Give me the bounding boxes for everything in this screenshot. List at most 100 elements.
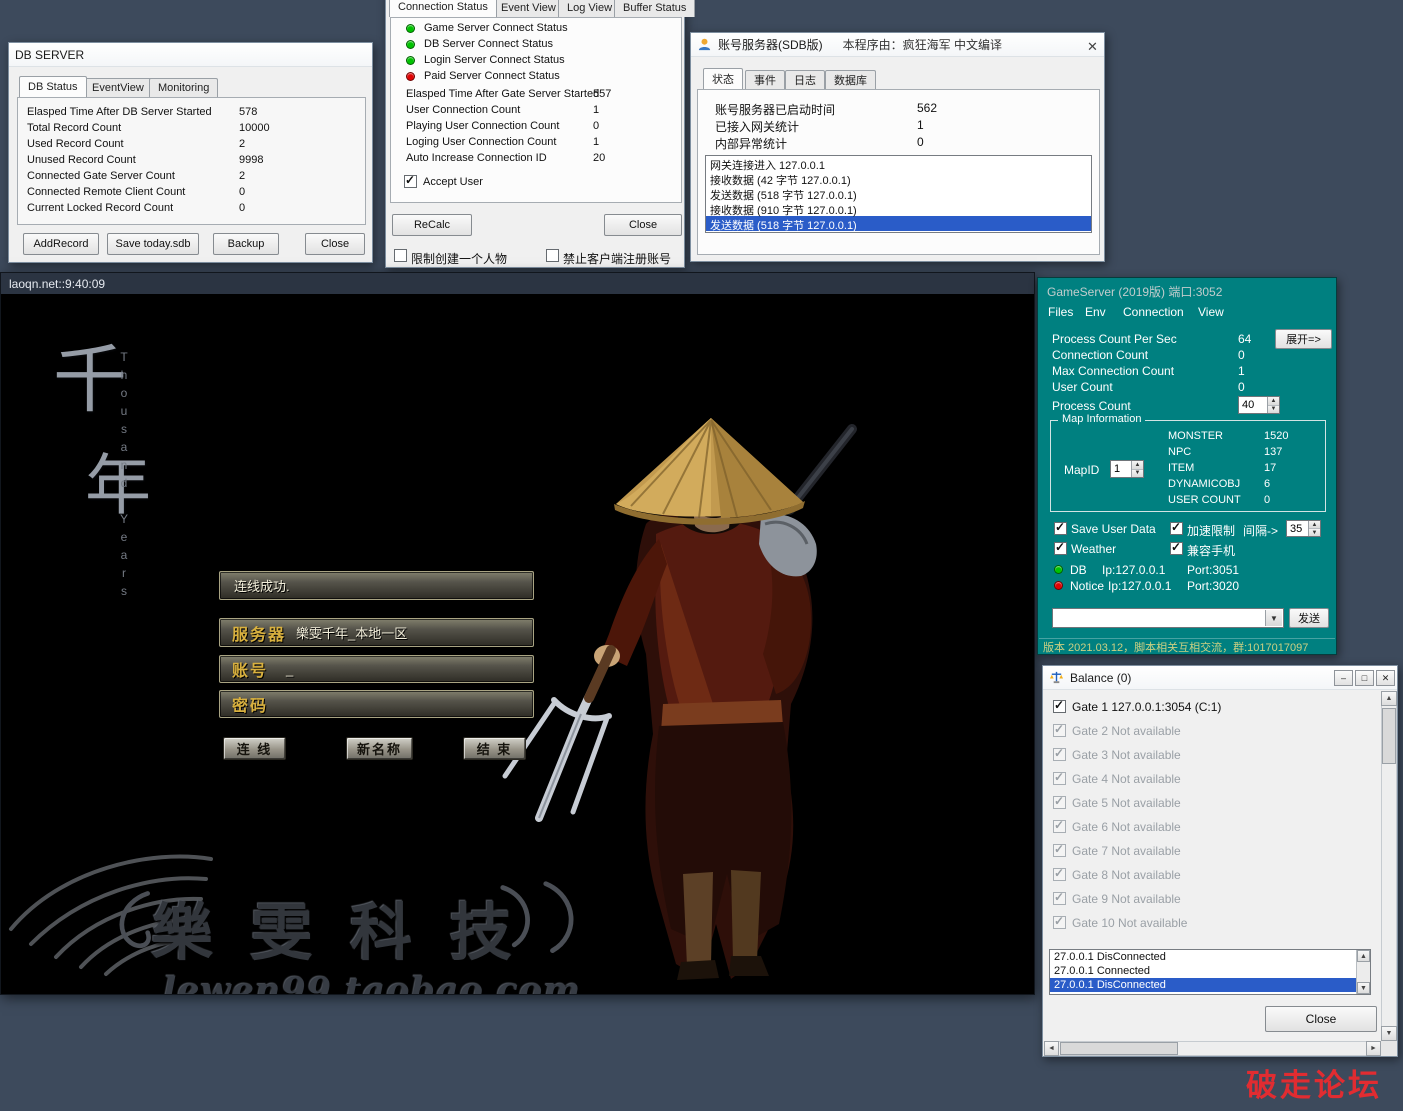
gate-8-checkbox[interactable] [1053,868,1066,881]
limit-one-character-checkbox[interactable] [394,249,407,262]
tab-log-view[interactable]: Log View [558,0,621,17]
step-down-icon[interactable]: ▼ [1132,470,1143,478]
log-item[interactable]: 接收数据 (910 字节 127.0.0.1) [706,201,1091,216]
log-item[interactable]: 接收数据 (42 字节 127.0.0.1) [706,171,1091,186]
gate-6-checkbox[interactable] [1053,820,1066,833]
gate-stat-label: User Connection Count [406,104,520,116]
connect-button[interactable]: 连 线 [223,737,286,760]
send-button[interactable]: 发送 [1289,608,1329,628]
gate-10-checkbox[interactable] [1053,916,1066,929]
map-stat-label: MONSTER [1168,430,1223,442]
scroll-down-icon[interactable]: ▼ [1381,1026,1397,1041]
menu-connection[interactable]: Connection [1123,305,1184,319]
step-down-icon[interactable]: ▼ [1309,529,1320,536]
connection-item-selected[interactable]: 27.0.0.1 DisConnected [1050,978,1370,992]
end-button[interactable]: 结 束 [463,737,526,760]
tab-buffer-status[interactable]: Buffer Status [614,0,695,17]
watermark-brand: 樂 雯 科 技 [151,882,520,972]
step-up-icon[interactable]: ▲ [1309,521,1320,529]
tab-account-log[interactable]: 日志 [785,70,825,89]
step-up-icon[interactable]: ▲ [1132,461,1143,470]
tab-account-event[interactable]: 事件 [745,70,785,89]
account-input-box[interactable]: 账号 _ [219,655,534,683]
tab-db-status[interactable]: DB Status [19,76,87,97]
gate-3-checkbox[interactable] [1053,748,1066,761]
gate-close-button[interactable]: Close [604,214,682,236]
menu-env[interactable]: Env [1085,305,1106,319]
accept-user-checkbox[interactable] [404,175,417,188]
gate-4-checkbox[interactable] [1053,772,1066,785]
horizontal-scroll-thumb[interactable] [1060,1042,1178,1055]
weather-checkbox[interactable] [1054,542,1067,555]
account-server-credit: 本程序由：疯狂海军 中文编译 [843,36,1002,53]
account-log-list[interactable]: 网关连接进入 127.0.0.1 接收数据 (42 字节 127.0.0.1) … [705,155,1092,233]
connection-item[interactable]: 27.0.0.1 Connected [1050,964,1370,978]
vertical-scroll-thumb[interactable] [1382,708,1396,764]
tab-monitoring[interactable]: Monitoring [149,78,218,97]
account-server-titlebar[interactable]: 账号服务器(SDB版) 本程序由：疯狂海军 中文编译 [691,33,1104,57]
balance-connection-list[interactable]: 27.0.0.1 DisConnected 27.0.0.1 Connected… [1049,949,1371,995]
scroll-down-icon[interactable]: ▼ [1357,982,1370,994]
forbid-client-register-checkbox[interactable] [546,249,559,262]
process-count-stepper[interactable]: 40 ▲▼ [1238,396,1280,414]
gate-1-checkbox[interactable] [1053,700,1066,713]
db-close-button[interactable]: Close [305,233,365,255]
combobox-dropdown-icon[interactable]: ▼ [1265,610,1282,626]
mapid-stepper[interactable]: 1 ▲▼ [1110,460,1144,478]
close-icon[interactable]: ✕ [1376,670,1395,686]
tab-event-view[interactable]: Event View [492,0,565,17]
expand-button[interactable]: 展开=> [1275,329,1332,349]
connection-item[interactable]: 27.0.0.1 DisConnected [1050,950,1370,964]
balance-close-button[interactable]: Close [1265,1006,1377,1032]
speed-limit-checkbox[interactable] [1170,522,1183,535]
gate-7-checkbox[interactable] [1053,844,1066,857]
client-titlebar[interactable]: laoqn.net::9:40:09 [1,273,1034,294]
gs-stat-value: 64 [1238,332,1251,346]
save-user-data-checkbox[interactable] [1054,522,1067,535]
tab-account-status[interactable]: 状态 [703,68,743,89]
menu-files[interactable]: Files [1048,305,1073,319]
gs-stat-label: User Count [1052,380,1113,394]
db-stat-value: 2 [239,138,245,150]
server-name: 樂雯千年_本地一区 [296,623,407,642]
watermark-url: lewen99.taobao.com [163,970,581,994]
maximize-icon[interactable]: □ [1355,670,1374,686]
log-item[interactable]: 发送数据 (518 字节 127.0.0.1) [706,186,1091,201]
new-name-button[interactable]: 新名称 [346,737,413,760]
game-server-titlebar[interactable]: GameServer (2019版) 端口:3052 [1047,283,1222,300]
minimize-icon[interactable]: – [1334,670,1353,686]
interval-stepper[interactable]: 35 ▲▼ [1286,520,1321,537]
log-item[interactable]: 网关连接进入 127.0.0.1 [706,156,1091,171]
scroll-up-icon[interactable]: ▲ [1357,950,1370,962]
broadcast-combobox[interactable]: ▼ [1052,608,1284,628]
db-server-titlebar[interactable]: DB SERVER [9,43,372,67]
recalc-button[interactable]: ReCalc [392,214,472,236]
mobile-compat-checkbox[interactable] [1170,542,1183,555]
password-input-box[interactable]: 密码 [219,690,534,718]
scroll-right-icon[interactable]: ► [1366,1041,1381,1056]
menu-view[interactable]: View [1198,305,1224,319]
map-stat-value: 6 [1264,478,1270,490]
step-up-icon[interactable]: ▲ [1268,397,1279,406]
gate-stat-value: 1 [593,104,599,116]
tab-account-database[interactable]: 数据库 [825,70,876,89]
list-scrollbar[interactable]: ▲ ▼ [1356,950,1370,994]
close-icon[interactable]: ✕ [1087,39,1098,55]
server-select-box[interactable]: 服务器 樂雯千年_本地一区 [219,618,534,647]
tab-connection-status[interactable]: Connection Status [389,0,497,17]
scroll-left-icon[interactable]: ◄ [1044,1041,1059,1056]
gate-5-checkbox[interactable] [1053,796,1066,809]
speed-limit-label: 加速限制 [1187,522,1235,539]
add-record-button[interactable]: AddRecord [23,233,99,255]
log-item-selected[interactable]: 发送数据 (518 字节 127.0.0.1) [706,216,1091,231]
scroll-up-icon[interactable]: ▲ [1381,691,1397,706]
step-down-icon[interactable]: ▼ [1268,406,1279,414]
gate-9-checkbox[interactable] [1053,892,1066,905]
gate-stat-label: Elasped Time After Gate Server Started [406,88,599,100]
tab-eventview[interactable]: EventView [83,78,153,97]
save-sdb-button[interactable]: Save today.sdb [107,233,199,255]
gs-stat-label: Process Count Per Sec [1052,332,1177,346]
db-stat-label: Elasped Time After DB Server Started [27,106,212,118]
backup-button[interactable]: Backup [213,233,279,255]
gate-2-checkbox[interactable] [1053,724,1066,737]
